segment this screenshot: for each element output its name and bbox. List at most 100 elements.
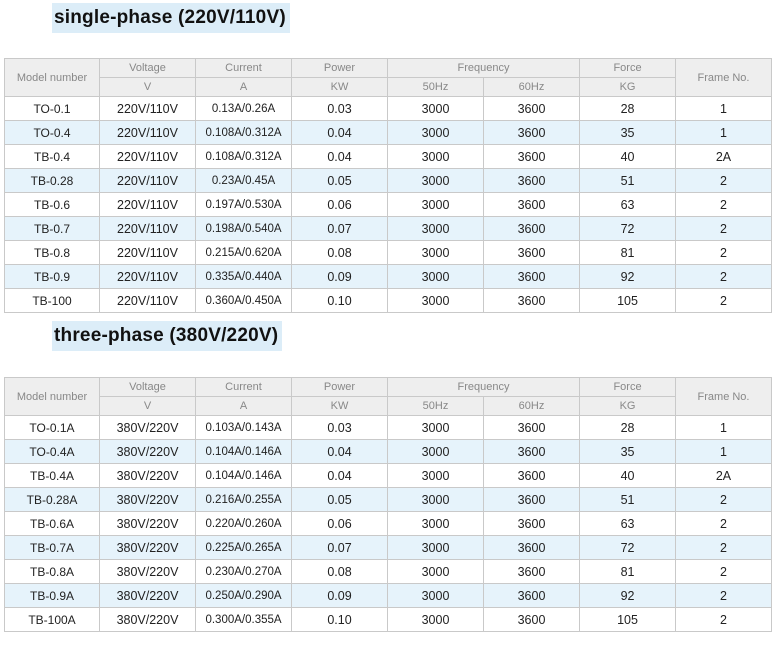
voltage-cell: 380V/220V — [99, 415, 196, 440]
model-cell: TB-100A — [4, 607, 100, 632]
current-cell: 0.250A/0.290A — [195, 583, 292, 608]
voltage-cell: 220V/110V — [99, 192, 196, 217]
table-row: TO-0.1 220V/110V 0.13A/0.26A 0.03 3000 3600 28… — [4, 96, 773, 121]
force-cell: 40 — [579, 144, 677, 169]
frame-cell: 2 — [675, 583, 773, 608]
three-phase-heading: three-phase (380V/220V) — [52, 321, 283, 351]
current-cell: 0.104A/0.146A — [195, 439, 292, 464]
freq-60hz-cell: 3600 — [482, 192, 581, 217]
unit-power: KW — [291, 396, 388, 416]
table-row: TB-0.8A 380V/220V 0.230A/0.270A 0.08 3000 360… — [4, 559, 773, 584]
table-row: TO-0.4A 380V/220V 0.104A/0.146A 0.04 3000 360… — [4, 439, 773, 464]
current-cell: 0.220A/0.260A — [195, 511, 292, 536]
voltage-cell: 220V/110V — [99, 168, 196, 193]
freq-60hz-cell: 3600 — [482, 216, 581, 241]
table-row: TO-0.4 220V/110V 0.108A/0.312A 0.04 3000 3600… — [4, 120, 773, 145]
frame-cell: 2 — [675, 216, 773, 241]
voltage-cell: 380V/220V — [99, 439, 196, 464]
power-cell: 0.06 — [291, 192, 388, 217]
header-model: Model number — [4, 58, 100, 97]
table-header: Model number Voltage Current Power Frequ… — [4, 377, 773, 416]
freq-60hz-cell: 3600 — [482, 583, 581, 608]
voltage-cell: 220V/110V — [99, 144, 196, 169]
voltage-cell: 220V/110V — [99, 288, 196, 313]
header-force: Force — [579, 377, 677, 397]
model-cell: TO-0.4 — [4, 120, 100, 145]
table-row: TB-0.28A 380V/220V 0.216A/0.255A 0.05 3000 36… — [4, 487, 773, 512]
frame-cell: 2 — [675, 607, 773, 632]
power-cell: 0.03 — [291, 415, 388, 440]
frame-cell: 1 — [675, 415, 773, 440]
freq-60hz-cell: 3600 — [482, 240, 581, 265]
model-cell: TB-0.8A — [4, 559, 100, 584]
unit-voltage: V — [99, 77, 196, 97]
power-cell: 0.10 — [291, 288, 388, 313]
model-cell: TB-0.28 — [4, 168, 100, 193]
freq-60hz-cell: 3600 — [482, 511, 581, 536]
frame-cell: 2 — [675, 559, 773, 584]
model-cell: TB-0.9 — [4, 264, 100, 289]
table-row: TB-100 220V/110V 0.360A/0.450A 0.10 3000 3600… — [4, 288, 773, 313]
power-cell: 0.04 — [291, 120, 388, 145]
model-cell: TB-0.4A — [4, 463, 100, 488]
header-frame: Frame No. — [675, 377, 773, 416]
voltage-cell: 380V/220V — [99, 487, 196, 512]
force-cell: 35 — [579, 120, 677, 145]
model-cell: TB-0.8 — [4, 240, 100, 265]
power-cell: 0.04 — [291, 463, 388, 488]
table-row: TB-0.8 220V/110V 0.215A/0.620A 0.08 3000 3600… — [4, 240, 773, 265]
freq-50hz-cell: 3000 — [387, 288, 484, 313]
voltage-cell: 220V/110V — [99, 120, 196, 145]
current-cell: 0.108A/0.312A — [195, 144, 292, 169]
freq-50hz-cell: 3000 — [387, 415, 484, 440]
frame-cell: 2 — [675, 192, 773, 217]
power-cell: 0.08 — [291, 240, 388, 265]
voltage-cell: 380V/220V — [99, 535, 196, 560]
unit-power: KW — [291, 77, 388, 97]
model-cell: TB-0.9A — [4, 583, 100, 608]
header-voltage: Voltage — [99, 377, 196, 397]
voltage-cell: 380V/220V — [99, 583, 196, 608]
unit-current: A — [195, 396, 292, 416]
freq-60hz-cell: 3600 — [482, 559, 581, 584]
freq-60hz-cell: 3600 — [482, 288, 581, 313]
three-phase-table: Model number Voltage Current Power Frequ… — [4, 377, 773, 632]
freq-50hz-cell: 3000 — [387, 120, 484, 145]
freq-50hz-cell: 3000 — [387, 144, 484, 169]
header-voltage: Voltage — [99, 58, 196, 78]
power-cell: 0.09 — [291, 583, 388, 608]
power-cell: 0.10 — [291, 607, 388, 632]
force-cell: 105 — [579, 288, 677, 313]
power-cell: 0.07 — [291, 535, 388, 560]
header-frequency: Frequency — [386, 377, 581, 397]
table-row: TB-0.28 220V/110V 0.23A/0.45A 0.05 3000 3600 5… — [4, 168, 773, 193]
force-cell: 92 — [579, 264, 677, 289]
unit-60hz: 60Hz — [482, 77, 581, 97]
freq-50hz-cell: 3000 — [387, 583, 484, 608]
current-cell: 0.215A/0.620A — [195, 240, 292, 265]
header-frequency: Frequency — [386, 58, 581, 78]
frame-cell: 2 — [675, 487, 773, 512]
table-row: TO-0.1A 380V/220V 0.103A/0.143A 0.03 3000 360… — [4, 415, 773, 440]
frame-cell: 2 — [675, 288, 773, 313]
current-cell: 0.360A/0.450A — [195, 288, 292, 313]
current-cell: 0.108A/0.312A — [195, 120, 292, 145]
table-body: TO-0.1A 380V/220V 0.103A/0.143A 0.03 3000 360… — [4, 415, 773, 632]
frame-cell: 2 — [675, 240, 773, 265]
frame-cell: 2A — [675, 463, 773, 488]
model-cell: TB-0.7 — [4, 216, 100, 241]
table-row: TB-0.9A 380V/220V 0.250A/0.290A 0.09 3000 360… — [4, 583, 773, 608]
model-cell: TO-0.4A — [4, 439, 100, 464]
header-model: Model number — [4, 377, 100, 416]
force-cell: 51 — [579, 168, 677, 193]
power-cell: 0.05 — [291, 487, 388, 512]
frame-cell: 1 — [675, 96, 773, 121]
table-row: TB-0.9 220V/110V 0.335A/0.440A 0.09 3000 3600… — [4, 264, 773, 289]
force-cell: 81 — [579, 559, 677, 584]
single-phase-table: Model number Voltage Current Power Frequ… — [4, 58, 773, 313]
current-cell: 0.225A/0.265A — [195, 535, 292, 560]
freq-60hz-cell: 3600 — [482, 96, 581, 121]
freq-60hz-cell: 3600 — [482, 264, 581, 289]
current-cell: 0.216A/0.255A — [195, 487, 292, 512]
power-cell: 0.03 — [291, 96, 388, 121]
